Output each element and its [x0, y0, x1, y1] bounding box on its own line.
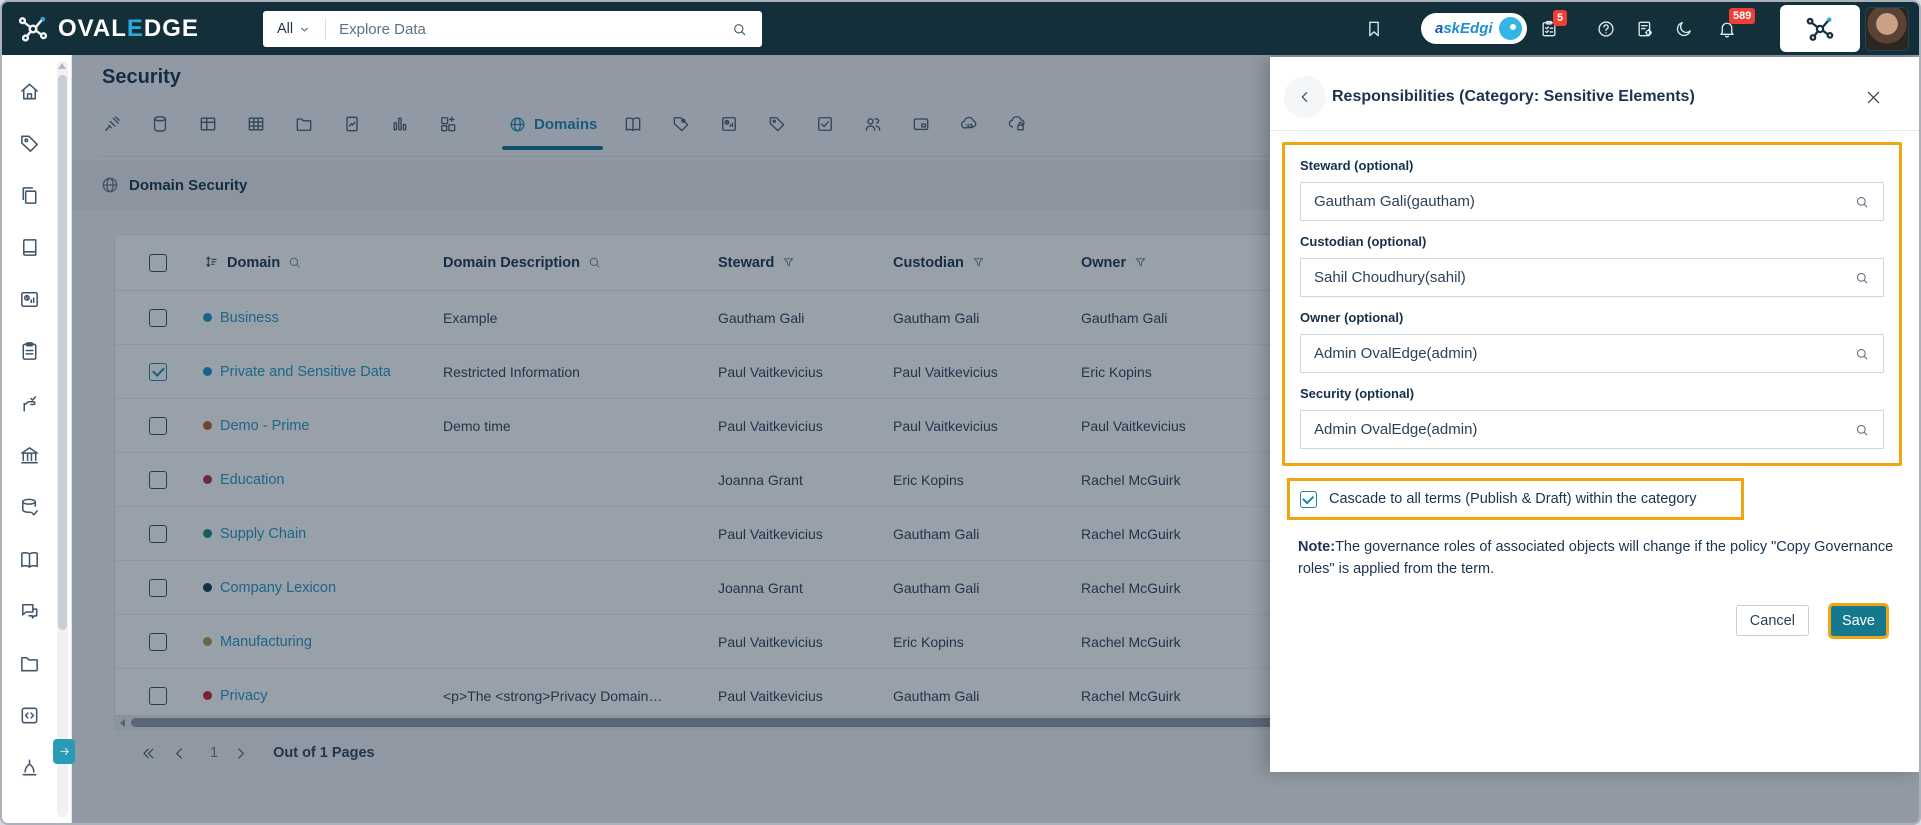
bank-icon — [18, 444, 41, 467]
drawer-title: Responsibilities (Category: Sensitive El… — [1332, 88, 1695, 105]
sidebar-item-data-quality[interactable] — [2, 481, 56, 533]
field-label: Security (optional) — [1300, 386, 1415, 401]
home-icon — [18, 80, 41, 103]
sidebar-item-reports[interactable] — [2, 273, 56, 325]
ask-edgi-button[interactable]: askEdgi — [1421, 13, 1527, 44]
ask-edgi-label: askEdgi — [1435, 20, 1493, 37]
governance-note: Note:The governance roles of associated … — [1298, 539, 1894, 578]
field-custodian: Custodian (optional) Sahil Choudhury(sahi… — [1300, 234, 1884, 297]
close-button[interactable] — [1864, 88, 1883, 107]
brand-logo[interactable]: OVALEDGE — [15, 11, 199, 47]
sidebar-item-glossary[interactable] — [2, 533, 56, 585]
sidebar-item-tags[interactable] — [2, 117, 56, 169]
field-input[interactable]: Gautham Gali(gautham) — [1300, 182, 1884, 221]
sidebar-item-literature[interactable] — [2, 169, 56, 221]
field-value: Gautham Gali(gautham) — [1314, 193, 1475, 210]
cascade-checkbox[interactable] — [1300, 490, 1317, 508]
field-input[interactable]: Admin OvalEdge(admin) — [1300, 334, 1884, 373]
endorse-icon — [18, 392, 41, 415]
cascade-label: Cascade to all terms (Publish & Draft) w… — [1329, 491, 1697, 507]
field-input[interactable]: Admin OvalEdge(admin) — [1300, 410, 1884, 449]
field-label: Owner (optional) — [1300, 310, 1404, 325]
cascade-highlight-box: Cascade to all terms (Publish & Draft) w… — [1287, 478, 1744, 520]
app-window: OVALEDGE All Explore Data askEdgi 5 589 — [0, 0, 1921, 825]
sidebar-item-files[interactable] — [2, 637, 56, 689]
report-icon — [18, 288, 41, 311]
field-label: Custodian (optional) — [1300, 234, 1427, 249]
topbar: OVALEDGE All Explore Data askEdgi 5 589 — [2, 2, 1919, 55]
field-owner: Owner (optional) Admin OvalEdge(admin) — [1300, 310, 1884, 373]
db-check-icon — [18, 496, 41, 519]
field-steward: Steward (optional) Gautham Gali(gautham) — [1300, 158, 1884, 221]
open-book-icon — [18, 548, 41, 571]
bookmark-icon[interactable] — [1364, 19, 1384, 39]
chevron-left-icon — [1297, 89, 1313, 105]
field-security: Security (optional) Admin OvalEdge(admin) — [1300, 386, 1884, 449]
sidebar-item-query-sheet[interactable] — [2, 689, 56, 741]
field-value: Admin OvalEdge(admin) — [1314, 345, 1478, 362]
sidebar-item-governance[interactable] — [2, 429, 56, 481]
tree-icon — [18, 756, 41, 779]
book-icon — [18, 236, 41, 259]
tasks-badge: 5 — [1553, 10, 1568, 27]
sidebar-item-projects[interactable] — [2, 325, 56, 377]
tag-icon — [18, 132, 41, 155]
search-icon — [1854, 270, 1870, 286]
copy-icon — [18, 184, 41, 207]
app-switcher-tile[interactable] — [1780, 5, 1860, 52]
field-input[interactable]: Sahil Choudhury(sahil) — [1300, 258, 1884, 297]
dark-mode-icon[interactable] — [1674, 19, 1694, 39]
brand-name: OVALEDGE — [58, 14, 199, 42]
ovaledge-mark-icon — [1803, 12, 1837, 46]
sidebar-scroll-thumb[interactable] — [58, 75, 67, 630]
clipboard-icon — [18, 340, 41, 363]
field-value: Sahil Choudhury(sahil) — [1314, 269, 1466, 286]
sidebar-expand-button[interactable] — [53, 739, 75, 764]
caret-down-icon[interactable] — [297, 22, 312, 37]
search-icon[interactable] — [731, 21, 748, 38]
back-button[interactable] — [1284, 76, 1326, 118]
notifications-badge: 589 — [1729, 8, 1756, 25]
drawer-actions: Cancel Save — [1735, 602, 1890, 639]
help-icon[interactable] — [1596, 19, 1616, 39]
search-divider — [325, 18, 327, 40]
sidebar-item-home[interactable] — [2, 65, 56, 117]
search-icon — [1854, 346, 1870, 362]
search-icon — [1854, 422, 1870, 438]
roles-highlight-box: Steward (optional) Gautham Gali(gautham) C… — [1282, 142, 1902, 466]
save-button[interactable]: Save — [1827, 602, 1890, 639]
search-icon — [1854, 194, 1870, 210]
robot-icon — [1498, 17, 1522, 40]
search-input[interactable]: Explore Data — [339, 21, 731, 38]
responsibilities-drawer: Responsibilities (Category: Sensitive El… — [1270, 57, 1919, 772]
field-label: Steward (optional) — [1300, 158, 1414, 173]
field-value: Admin OvalEdge(admin) — [1314, 421, 1478, 438]
arrow-right-icon — [58, 745, 71, 758]
drawer-divider — [1270, 130, 1919, 131]
sidebar-item-endorsements[interactable] — [2, 377, 56, 429]
user-avatar[interactable] — [1865, 7, 1909, 51]
release-notes-icon[interactable] — [1635, 19, 1655, 39]
sidebar — [2, 55, 75, 823]
scroll-up-arrow[interactable] — [58, 63, 66, 69]
sidebar-item-collaboration[interactable] — [2, 585, 56, 637]
search-scope-dropdown[interactable]: All — [277, 21, 293, 37]
cancel-button[interactable]: Cancel — [1735, 605, 1809, 636]
sidebar-item-catalog[interactable] — [2, 221, 56, 273]
global-search[interactable]: All Explore Data — [263, 11, 762, 47]
chat-icon — [18, 600, 41, 623]
sidebar-item-jobs[interactable] — [2, 741, 56, 793]
code-box-icon — [18, 704, 41, 727]
ovaledge-logo-icon — [15, 11, 51, 47]
folder-icon — [18, 652, 41, 675]
